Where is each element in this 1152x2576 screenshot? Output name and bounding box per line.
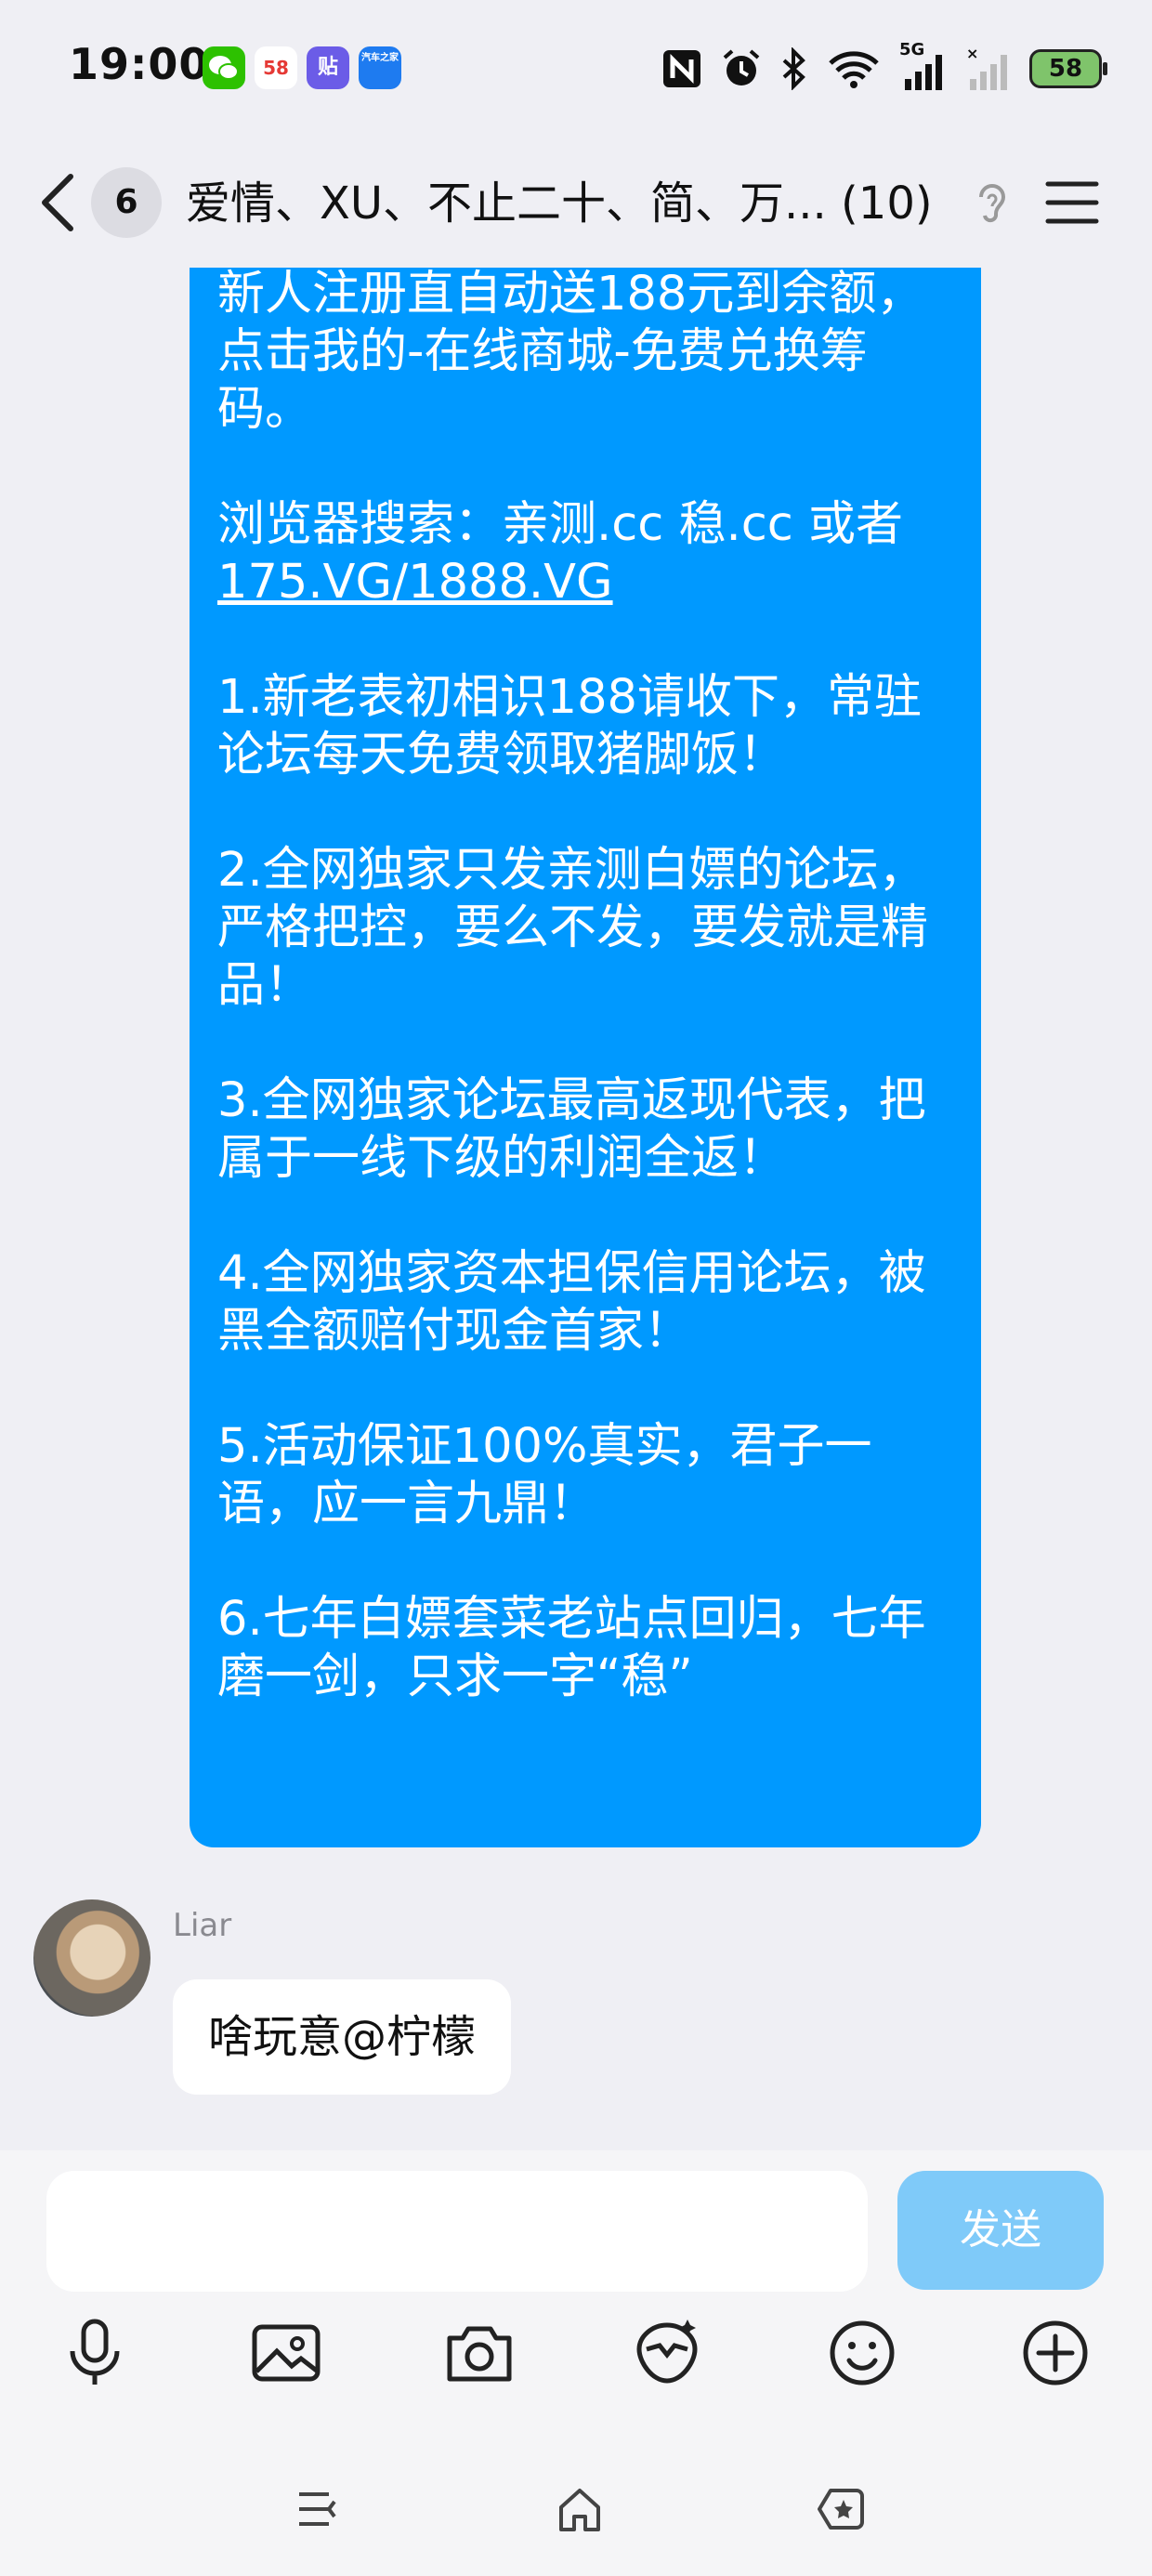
- avatar[interactable]: [33, 1899, 151, 2017]
- send-button[interactable]: 发送: [897, 2171, 1104, 2290]
- hongbao-icon[interactable]: [630, 2316, 704, 2390]
- autohome-icon: 汽车之家: [359, 46, 401, 89]
- message-input[interactable]: [46, 2171, 868, 2292]
- outgoing-message-bubble[interactable]: 新人注册直自动送188元到余额，点击我的-在线商城-免费兑换筹码。 浏览器搜索：…: [190, 268, 981, 1847]
- chat-header: 6 爱情、XU、不止二十、简、万... (10): [0, 138, 1152, 268]
- back-button[interactable]: [33, 169, 89, 236]
- sender-name: Liar: [173, 1907, 232, 1944]
- menu-icon[interactable]: [290, 2481, 346, 2537]
- image-icon[interactable]: [249, 2316, 323, 2390]
- status-indicators: 5G × 58: [661, 40, 1107, 97]
- battery-indicator: 58: [1029, 49, 1107, 88]
- message-link[interactable]: 175.VG/1888.VG: [217, 555, 613, 610]
- alarm-icon: [723, 49, 760, 85]
- bluetooth-icon: [782, 47, 805, 90]
- microphone-icon[interactable]: [58, 2316, 132, 2390]
- emoji-icon[interactable]: [825, 2316, 899, 2390]
- message-text: 新人注册直自动送188元到余额，点击我的-在线商城-免费兑换筹码。 浏览器搜索：…: [217, 268, 929, 1704]
- unread-count-badge[interactable]: 6: [91, 167, 162, 238]
- chat-title[interactable]: 爱情、XU、不止二十、简、万... (10): [186, 171, 957, 236]
- nfc-icon: [663, 50, 700, 87]
- wifi-icon: [829, 51, 879, 88]
- camera-icon[interactable]: [442, 2316, 517, 2390]
- signal-5g-icon: 5G: [899, 40, 946, 92]
- signal-empty-icon: ×: [966, 46, 1007, 90]
- status-bar: 19:00 58 贴 汽车之家 5G × 58: [0, 0, 1152, 138]
- 58-city-icon: 58: [255, 46, 297, 89]
- wechat-icon: [203, 46, 245, 89]
- svg-text:×: ×: [966, 46, 978, 62]
- status-time: 19:00: [69, 39, 210, 89]
- back-icon[interactable]: [814, 2481, 870, 2537]
- ear-icon[interactable]: [972, 177, 1013, 229]
- tieba-icon: 贴: [307, 46, 349, 89]
- message-list[interactable]: 新人注册直自动送188元到余额，点击我的-在线商城-免费兑换筹码。 浏览器搜索：…: [0, 268, 1152, 2147]
- menu-icon[interactable]: [1044, 177, 1100, 229]
- home-icon[interactable]: [552, 2481, 608, 2537]
- plus-icon[interactable]: [1018, 2316, 1093, 2390]
- incoming-message-bubble[interactable]: 啥玩意@柠檬: [173, 1979, 512, 2095]
- composer: 发送: [0, 2150, 1152, 2576]
